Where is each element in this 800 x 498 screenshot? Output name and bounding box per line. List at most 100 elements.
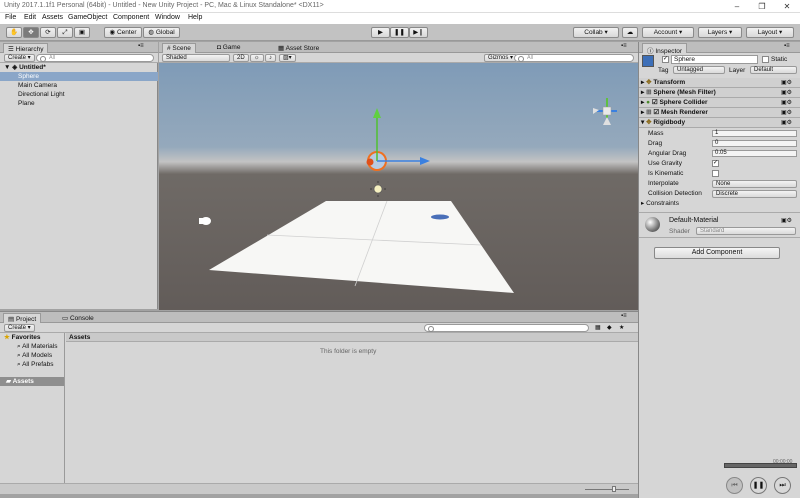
project-create-button[interactable]: Create ▾ [4, 324, 35, 332]
hierarchy-item-sphere[interactable]: Sphere [0, 72, 158, 81]
rotate-tool-icon[interactable]: ⟳ [40, 27, 56, 38]
tab-asset-store[interactable]: ▦ Asset Store [274, 43, 323, 53]
component-help-icon[interactable]: ▣⚙ [781, 99, 792, 106]
filter-type-icon[interactable]: ▦ [595, 324, 601, 331]
title-bar: Unity 2017.1.1f1 Personal (64bit) - Unti… [0, 0, 800, 13]
player-pause-button[interactable]: ❚❚ [750, 477, 767, 494]
scene-viewport[interactable] [159, 63, 638, 310]
layer-dropdown[interactable]: Default [750, 66, 797, 74]
panel-menu-icon[interactable]: ▪≡ [621, 43, 627, 49]
toggle-2d-button[interactable]: 2D [233, 54, 249, 62]
play-button[interactable]: ▶ [371, 27, 390, 38]
camera-gizmo-icon[interactable] [199, 217, 211, 225]
rect-tool-icon[interactable]: ▣ [74, 27, 90, 38]
scale-tool-icon[interactable]: ⤢ [57, 27, 73, 38]
project-search-input[interactable] [424, 324, 589, 332]
rewind-button[interactable]: ⏮ [726, 477, 743, 494]
pivot-center-button[interactable]: ◉ Center [104, 27, 142, 38]
component-help-icon[interactable]: ▣⚙ [781, 79, 792, 86]
move-gizmo-x-arrow[interactable] [420, 157, 430, 165]
step-button[interactable]: ▶❙ [409, 27, 428, 38]
hierarchy-create-button[interactable]: Create ▾ [4, 54, 35, 62]
component-mesh-renderer[interactable]: ▸ ⊞ ☑ Mesh Renderer [639, 108, 800, 118]
hierarchy-item-plane[interactable]: Plane [0, 99, 158, 108]
add-component-button[interactable]: Add Component [654, 247, 780, 259]
menu-gameobject[interactable]: GameObject [68, 14, 107, 21]
tab-project[interactable]: ▤ Project [3, 313, 42, 323]
hierarchy-search-input[interactable]: All [36, 54, 154, 62]
icon-size-slider[interactable] [585, 489, 629, 490]
component-transform[interactable]: ▸ ✥ Transform [639, 78, 800, 88]
slider-thumb[interactable] [612, 486, 616, 492]
component-help-icon[interactable]: ▣⚙ [781, 89, 792, 96]
effects-toggle-icon[interactable]: ▨▾ [279, 54, 296, 62]
pause-button[interactable]: ❚❚ [390, 27, 409, 38]
favorite-star-icon[interactable]: ★ [619, 324, 624, 331]
account-dropdown[interactable]: Account ▾ [642, 27, 694, 38]
interpolate-dropdown[interactable]: None [712, 180, 797, 188]
pivot-global-button[interactable]: ◍ Global [143, 27, 180, 38]
gizmos-dropdown[interactable]: Gizmos ▾ [484, 54, 518, 62]
renderer-enabled-icon[interactable]: ☑ [653, 109, 661, 116]
component-rigidbody[interactable]: ▾ ✥ Rigidbody [639, 118, 800, 128]
hand-tool-icon[interactable]: ✋ [6, 27, 22, 38]
component-help-icon[interactable]: ▣⚙ [781, 109, 792, 116]
panel-menu-icon[interactable]: ▪≡ [784, 43, 790, 49]
menu-edit[interactable]: Edit [24, 14, 36, 21]
use-gravity-checkbox[interactable]: ✓ [712, 160, 719, 167]
tag-dropdown[interactable]: Untagged [673, 66, 725, 74]
tab-console[interactable]: ▭ Console [58, 313, 98, 323]
move-tool-icon[interactable]: ✥ [23, 27, 39, 38]
favorites-header[interactable]: ★ Favorites [0, 333, 64, 342]
hierarchy-item-main-camera[interactable]: Main Camera [0, 81, 158, 90]
maximize-button[interactable]: ❐ [751, 0, 773, 13]
favorites-item[interactable]: ⌕ All Prefabs [0, 360, 64, 369]
is-kinematic-checkbox[interactable] [712, 170, 719, 177]
scene-search-input[interactable]: All [514, 54, 634, 62]
object-name-field[interactable]: Sphere [671, 55, 758, 64]
project-breadcrumb[interactable]: Assets [66, 333, 638, 342]
tab-hierarchy[interactable]: ☰ Hierarchy [3, 43, 49, 53]
active-checkbox[interactable]: ✓ [662, 56, 669, 63]
menu-component[interactable]: Component [113, 14, 149, 21]
tab-game[interactable]: ◘ Game [213, 43, 244, 53]
audio-toggle-icon[interactable]: ♪ [265, 54, 276, 62]
collab-button[interactable]: Collab ▾ [573, 27, 619, 38]
angular-drag-field[interactable]: 0.05 [712, 150, 797, 157]
drag-field[interactable]: 0 [712, 140, 797, 147]
menu-assets[interactable]: Assets [42, 14, 63, 21]
constraints-foldout[interactable]: ▸ Constraints [641, 200, 679, 208]
menu-file[interactable]: File [5, 14, 16, 21]
component-sphere-collider[interactable]: ▸ ● ☑ Sphere Collider [639, 98, 800, 108]
minimize-button[interactable]: – [726, 0, 748, 13]
favorites-item[interactable]: ⌕ All Models [0, 351, 64, 360]
shading-mode-dropdown[interactable]: Shaded [162, 54, 230, 62]
layers-dropdown[interactable]: Layers ▾ [698, 27, 742, 38]
hierarchy-item-directional-light[interactable]: Directional Light [0, 90, 158, 99]
scene-root[interactable]: ▼ ◈ Untitled* [0, 63, 158, 72]
component-help-icon[interactable]: ▣⚙ [781, 119, 792, 126]
mass-field[interactable]: 1 [712, 130, 797, 137]
tab-scene[interactable]: # Scene [162, 43, 196, 53]
panel-menu-icon[interactable]: ▪≡ [621, 313, 627, 319]
favorites-item[interactable]: ⌕ All Materials [0, 342, 64, 351]
lighting-toggle-icon[interactable]: ☼ [250, 54, 264, 62]
filter-label-icon[interactable]: ◆ [607, 324, 612, 331]
tab-inspector[interactable]: ⓘ Inspector [642, 43, 688, 55]
layout-dropdown[interactable]: Layout ▾ [746, 27, 794, 38]
light-gizmo-icon[interactable] [370, 181, 386, 197]
component-help-icon[interactable]: ▣⚙ [781, 217, 792, 224]
menu-help[interactable]: Help [188, 14, 202, 21]
static-checkbox[interactable] [762, 56, 769, 63]
close-button[interactable]: ✕ [776, 0, 798, 13]
cloud-icon[interactable]: ☁ [622, 27, 638, 38]
shader-dropdown[interactable]: Standard [696, 227, 796, 235]
component-mesh-filter[interactable]: ▸ ⊞ Sphere (Mesh Filter) [639, 88, 800, 98]
menu-window[interactable]: Window [155, 14, 180, 21]
panel-menu-icon[interactable]: ▪≡ [138, 43, 144, 49]
collision-detection-dropdown[interactable]: Discrete [712, 190, 797, 198]
assets-folder[interactable]: ▰ Assets [0, 377, 64, 386]
forward-button[interactable]: ⏭ [774, 477, 791, 494]
scene-orientation-gizmo[interactable] [593, 98, 617, 125]
move-gizmo-y-arrow[interactable] [373, 108, 381, 118]
